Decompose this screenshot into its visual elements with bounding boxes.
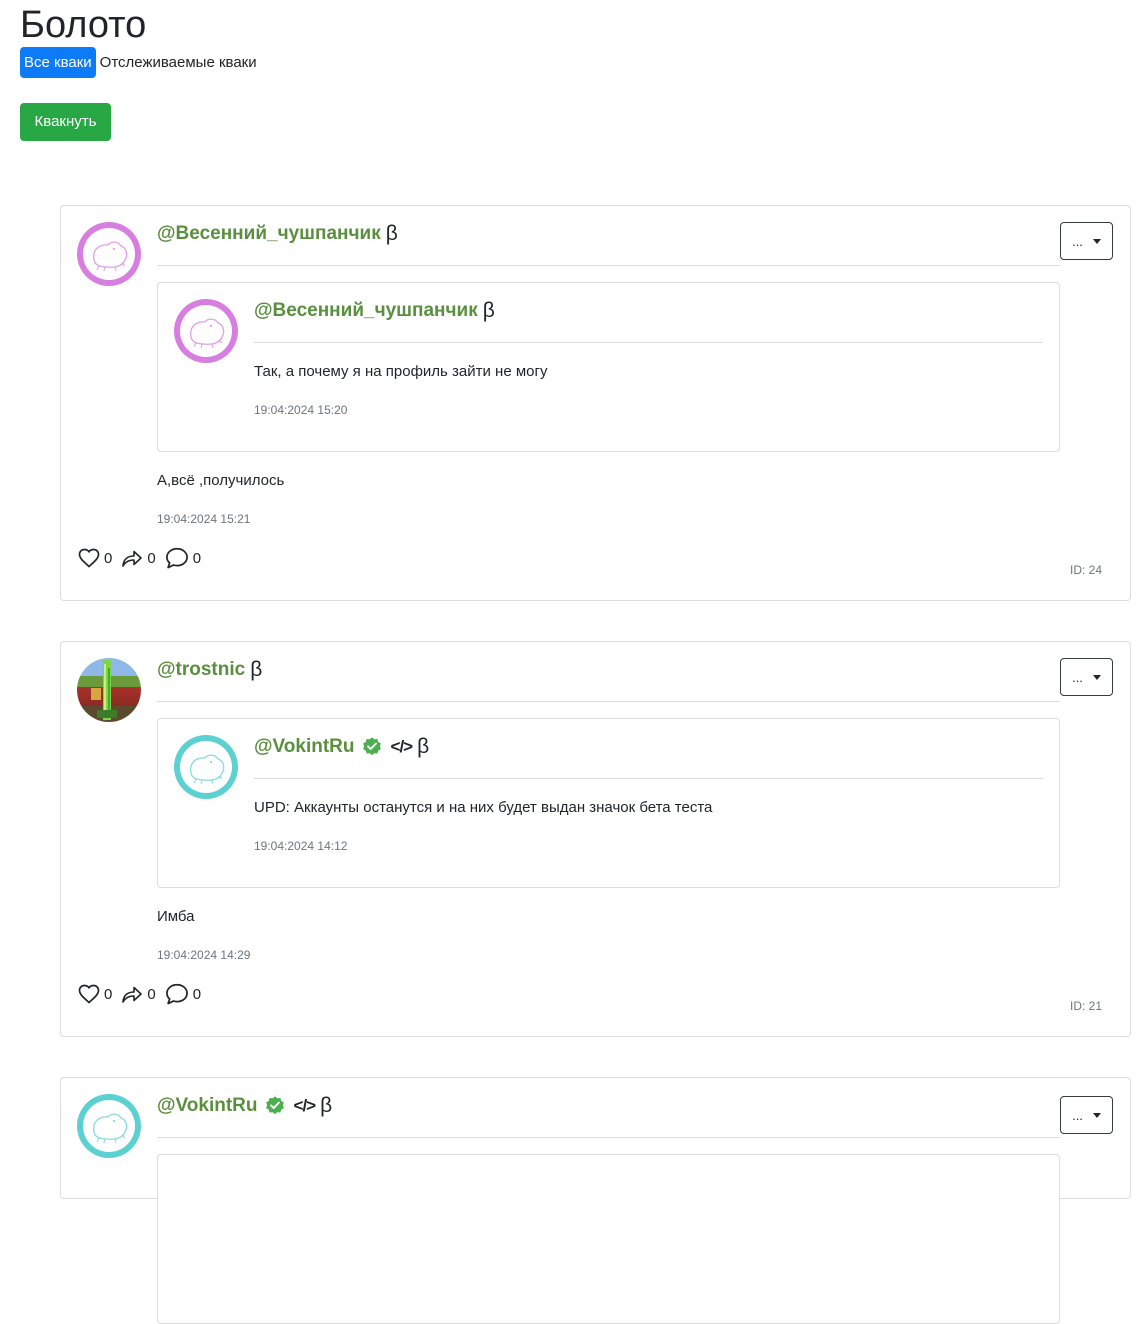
beta-badge: β [482, 299, 495, 322]
post-author-line: @Весенний_чушпанчик β [157, 222, 398, 246]
heart-icon [77, 546, 101, 570]
verified-icon [264, 1095, 286, 1117]
avatar[interactable] [77, 1094, 141, 1158]
post-text: А,всё ,получилось [157, 472, 285, 489]
comment-count: 0 [192, 985, 202, 1003]
divider [157, 1137, 1060, 1138]
like-button[interactable]: 0 [77, 982, 120, 1006]
comment-icon [164, 981, 190, 1007]
feed-tabs: Все кваки Отслеживаемые кваки [20, 47, 261, 78]
avatar[interactable] [174, 735, 238, 799]
repost-count: 0 [147, 549, 156, 567]
post-card: @Весенний_чушпанчик β ... @Весенний_чушп… [60, 205, 1131, 601]
minecraft-avatar-image [91, 660, 117, 720]
post-menu-button[interactable]: ... [1060, 222, 1113, 260]
caret-down-icon [1092, 238, 1101, 244]
beta-badge: β [320, 1094, 333, 1117]
post-date: 19:04:2024 15:21 [157, 512, 251, 526]
author-link[interactable]: @Весенний_чушпанчик [254, 300, 478, 322]
divider [254, 778, 1043, 779]
post-menu-label: ... [1072, 669, 1083, 685]
quote-author-line: @Весенний_чушпанчик β [254, 299, 495, 323]
post-menu-button[interactable]: ... [1060, 658, 1113, 696]
post-text: Имба [157, 908, 195, 925]
post-date: 19:04:2024 14:29 [157, 948, 251, 962]
comment-button[interactable]: 0 [164, 545, 209, 571]
divider [157, 701, 1060, 702]
kvaknut-button[interactable]: Квакнуть [20, 103, 111, 141]
post-card: @trostnic β ... @VokintRu </> β UPD: Акк… [60, 641, 1131, 1037]
quoted-post[interactable] [157, 1154, 1060, 1324]
repost-count: 0 [147, 985, 156, 1003]
post-actions: 0 0 0 [77, 981, 209, 1007]
developer-badge-icon: </> [390, 737, 414, 756]
page-title: Болото [20, 4, 147, 46]
repost-icon [120, 546, 144, 570]
comment-button[interactable]: 0 [164, 981, 209, 1007]
developer-badge-icon: </> [293, 1096, 317, 1115]
quote-date: 19:04:2024 15:20 [254, 403, 348, 417]
post-id: ID: 21 [1070, 999, 1103, 1013]
divider [254, 342, 1043, 343]
author-link[interactable]: @Весенний_чушпанчик [157, 223, 381, 245]
post-menu-label: ... [1072, 1107, 1083, 1123]
quote-text: Так, а почему я на профиль зайти не могу [254, 363, 548, 380]
verified-icon [361, 736, 383, 758]
divider [157, 265, 1060, 266]
beta-badge: β [417, 735, 430, 758]
post-id: ID: 24 [1070, 563, 1103, 577]
comment-count: 0 [192, 549, 202, 567]
post-menu-button[interactable]: ... [1060, 1096, 1113, 1134]
post-author-line: @trostnic β [157, 658, 262, 682]
tab-followed-kvaki[interactable]: Отслеживаемые кваки [96, 47, 261, 78]
beta-badge: β [250, 658, 263, 681]
quoted-post[interactable]: @VokintRu </> β UPD: Аккаунты останутся … [157, 718, 1060, 888]
avatar[interactable] [174, 299, 238, 363]
quote-author-line: @VokintRu </> β [254, 735, 429, 759]
post-card: @VokintRu </> β ... [60, 1077, 1131, 1324]
like-count: 0 [104, 985, 113, 1003]
post-author-line: @VokintRu </> β [157, 1094, 332, 1118]
tab-all-kvaki[interactable]: Все кваки [20, 47, 96, 78]
quoted-post[interactable]: @Весенний_чушпанчик β Так, а почему я на… [157, 282, 1060, 452]
avatar[interactable] [77, 658, 141, 722]
post-actions: 0 0 0 [77, 545, 209, 571]
repost-button[interactable]: 0 [120, 546, 163, 570]
author-link[interactable]: @VokintRu [157, 1095, 258, 1117]
avatar[interactable] [77, 222, 141, 286]
heart-icon [77, 982, 101, 1006]
author-link[interactable]: @VokintRu [254, 736, 355, 758]
like-button[interactable]: 0 [77, 546, 120, 570]
comment-icon [164, 545, 190, 571]
like-count: 0 [104, 549, 113, 567]
caret-down-icon [1092, 1112, 1101, 1118]
beta-badge: β [385, 222, 398, 245]
post-menu-label: ... [1072, 233, 1083, 249]
repost-button[interactable]: 0 [120, 982, 163, 1006]
quote-date: 19:04:2024 14:12 [254, 839, 348, 853]
quote-text: UPD: Аккаунты останутся и на них будет в… [254, 799, 713, 816]
author-link[interactable]: @trostnic [157, 659, 245, 681]
caret-down-icon [1092, 674, 1101, 680]
repost-icon [120, 982, 144, 1006]
